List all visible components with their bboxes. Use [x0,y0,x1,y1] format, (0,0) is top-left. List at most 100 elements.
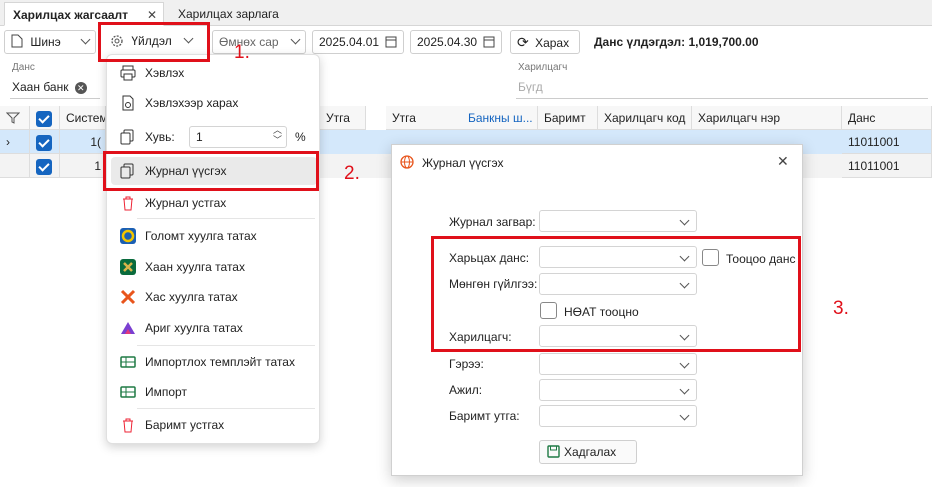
menu-item-label: Баримт устгах [145,418,225,432]
column-header[interactable]: Данс [842,106,932,130]
chevron-down-icon [679,384,690,395]
calendar-icon[interactable] [483,35,495,48]
account-filter-value: Хаан банк [12,80,69,94]
account-filter-label: Данс [12,62,35,73]
doc-label: Баримт утга: [449,409,520,423]
trash-icon [120,417,136,433]
arig-bank-icon [120,320,136,336]
menu-item-print-preview[interactable]: Хэвлэхээр харах [111,89,317,117]
new-document-icon [11,34,23,48]
select-all-checkbox[interactable] [30,106,60,130]
new-label: Шинэ [30,35,61,49]
globe-icon [400,155,414,169]
menu-item-print[interactable]: Хэвлэх [111,59,317,87]
job-select[interactable] [539,379,697,401]
row-account: 11011001 [842,154,932,178]
chevron-down-icon [679,410,690,421]
menu-item-percent: Хувь: 1 ︿ ﹀ % [111,123,317,151]
menu-item-arig[interactable]: Ариг хуулга татах [111,314,317,342]
save-button[interactable]: Хадгалах [539,440,637,464]
refresh-icon: ⟳ [517,34,529,50]
chevron-down-icon [290,34,301,45]
highlight-box-create-journal [103,151,319,191]
menu-item-khan[interactable]: Хаан хуулга татах [111,253,317,281]
xac-bank-icon [120,289,136,305]
percent-sign: % [295,130,306,144]
job-label: Ажил: [449,383,483,397]
menu-item-label: Журнал устгах [145,196,227,210]
column-header[interactable]: Утга [320,106,366,130]
column-header[interactable]: Систем [60,106,106,130]
menu-item-delete-journal[interactable]: Журнал устгах [111,189,317,217]
column-header[interactable]: Утга [386,106,462,130]
trash-icon [120,195,136,211]
highlight-box-dialog-fields [431,236,801,352]
account-filter-chip[interactable]: Хаан банк ✕ [12,80,87,94]
golomt-bank-icon [120,228,136,244]
contract-select[interactable] [539,353,697,375]
spinner-icon[interactable]: ︿ ﹀ [273,125,282,145]
row-checkbox[interactable] [30,154,60,178]
menu-item-label: Импортлох темплэйт татах [145,355,295,369]
chevron-down-icon [679,215,690,226]
menu-item-label: Ариг хуулга татах [145,321,243,335]
menu-divider [137,408,315,409]
copy-icon [120,129,136,145]
row-id: 1 [60,154,106,178]
filter-icon[interactable] [0,106,30,130]
divider [516,98,928,99]
highlight-box-action [98,22,210,62]
template-label: Журнал загвар: [449,215,536,229]
tab-label: Харилцах жагсаалт [13,8,129,22]
annotation-number: 2. [344,163,360,184]
remove-icon[interactable]: ✕ [74,82,87,94]
save-icon [547,445,560,458]
row-id: 1( [60,130,106,154]
close-icon[interactable]: ✕ [777,153,789,170]
divider [10,98,100,99]
percent-input[interactable]: 1 ︿ ﹀ [189,125,287,148]
menu-item-import[interactable]: Импорт [111,378,317,406]
menu-item-import-template[interactable]: Импортлох темплэйт татах [111,348,317,376]
column-header[interactable]: Баримт [538,106,598,130]
refresh-label: Харах [535,36,570,50]
date-from-input[interactable]: 2025.04.01 [312,30,404,54]
balance-text: Данс үлдэгдэл: 1,019,700.00 [594,35,759,49]
action-menu: Хэвлэх Хэвлэхээр харах Хувь: 1 ︿ ﹀ % Журн… [106,54,320,444]
chevron-down-icon [80,34,91,45]
annotation-number: 1. [234,42,250,63]
doc-select[interactable] [539,405,697,427]
column-header[interactable]: Харилцагч нэр [692,106,842,130]
row-expand-cell [0,154,30,178]
template-select[interactable] [539,210,697,232]
column-header[interactable]: Харилцагч код [598,106,692,130]
refresh-button[interactable]: ⟳ Харах [510,30,580,54]
row-checkbox[interactable] [30,130,60,154]
khan-bank-icon [120,259,136,275]
calendar-icon[interactable] [385,35,397,48]
period-select[interactable]: Өмнөх сар [212,30,306,54]
new-button[interactable]: Шинэ [4,30,96,54]
save-label: Хадгалах [564,445,617,459]
menu-item-label: Хэвлэхээр харах [145,96,239,110]
date-to-input[interactable]: 2025.04.30 [410,30,502,54]
partner-filter-input[interactable]: Бүгд [518,80,543,94]
percent-label: Хувь: [145,130,175,144]
tab-label: Харилцах зарлага [178,7,279,21]
partner-filter-label: Харилцагч [518,62,568,73]
annotation-number: 3. [833,298,849,319]
percent-value: 1 [196,130,203,144]
row-expand-icon[interactable]: › [0,130,30,154]
menu-item-golomt[interactable]: Голомт хуулга татах [111,222,317,250]
menu-divider [137,345,315,346]
printer-icon [120,65,136,81]
menu-item-label: Хаан хуулга татах [145,260,245,274]
column-header[interactable]: Банкны ш... [462,106,538,130]
menu-item-delete-document[interactable]: Баримт устгах [111,411,317,439]
menu-item-label: Голомт хуулга татах [145,229,257,243]
excel-import-icon [120,384,136,400]
menu-item-xac[interactable]: Хас хуулга татах [111,283,317,311]
excel-template-icon [120,354,136,370]
menu-item-label: Хэвлэх [145,66,185,80]
print-preview-icon [120,95,136,111]
